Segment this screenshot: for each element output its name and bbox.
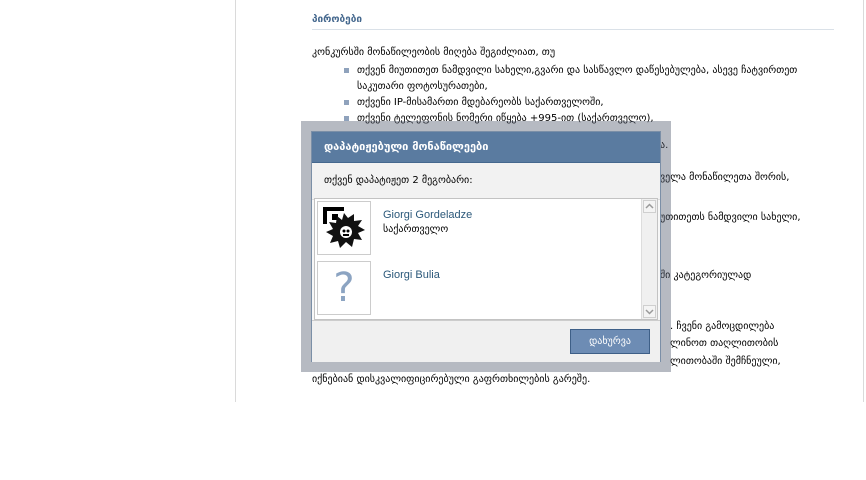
scroll-down-button[interactable] bbox=[643, 305, 656, 318]
background-text: ში კატეგორიულად bbox=[660, 270, 752, 281]
chevron-down-icon bbox=[645, 309, 654, 315]
rule-item: თქვენი IP-მისამართი მდებარეობს საქართველ… bbox=[344, 95, 834, 111]
dialog-footer: დახურვა bbox=[312, 320, 660, 362]
chevron-up-icon bbox=[645, 203, 654, 209]
intro-text: კონკურსში მონაწილეობის მიღება შეგიძლიათ,… bbox=[312, 47, 556, 58]
background-text: იქნებიან დისკვალიფიცირებული გაფრთხილების… bbox=[312, 374, 591, 385]
background-text: ველა მონაწილეთა შორის, bbox=[660, 172, 790, 183]
section-title: პირობები bbox=[312, 10, 834, 30]
background-text: უთითეთს ნამდვილი სახელი, bbox=[660, 212, 801, 223]
scroll-up-button[interactable] bbox=[643, 200, 656, 213]
list-item: Giorgi Gordeladze საქართველო bbox=[317, 201, 637, 257]
avatar[interactable] bbox=[317, 201, 371, 255]
rule-item: თქვენ მიუთითეთ ნამდვილი სახელი,გვარი და … bbox=[344, 63, 834, 95]
rules-list: თქვენ მიუთითეთ ნამდვილი სახელი,გვარი და … bbox=[312, 63, 834, 127]
question-mark-icon: ? bbox=[333, 265, 355, 311]
avatar-image bbox=[318, 202, 370, 254]
avatar[interactable]: ? bbox=[317, 261, 371, 315]
dialog-title: დაპატიჟებული მონაწილეები bbox=[312, 132, 660, 163]
close-button[interactable]: დახურვა bbox=[570, 329, 650, 354]
invited-friends-dialog: დაპატიჟებული მონაწილეები თქვენ დაპატიჟეთ… bbox=[311, 131, 661, 362]
dialog-subtitle: თქვენ დაპატიჟეთ 2 მეგობარი: bbox=[312, 163, 660, 200]
friend-name-link[interactable]: Giorgi Bulia bbox=[383, 269, 440, 281]
background-text: ლითობაში შემჩნეული, bbox=[670, 356, 781, 367]
friend-country: საქართველო bbox=[383, 224, 449, 235]
friends-list: Giorgi Gordeladze საქართველო ? Giorgi Bu… bbox=[314, 198, 658, 320]
bullet-icon bbox=[344, 68, 349, 73]
background-text: ლინოთ თაღლითობის bbox=[670, 338, 779, 349]
list-item: ? Giorgi Bulia bbox=[317, 261, 637, 317]
bullet-icon bbox=[344, 100, 349, 105]
content-left-border bbox=[235, 0, 236, 402]
friend-name-link[interactable]: Giorgi Gordeladze bbox=[383, 209, 472, 221]
background-text: . ჩვენი გამოცდილება bbox=[670, 321, 775, 332]
list-scrollbar[interactable] bbox=[641, 199, 657, 319]
rules-section: პირობები კონკურსში მონაწილეობის მიღება შ… bbox=[312, 10, 834, 127]
content-right-border bbox=[863, 0, 864, 402]
